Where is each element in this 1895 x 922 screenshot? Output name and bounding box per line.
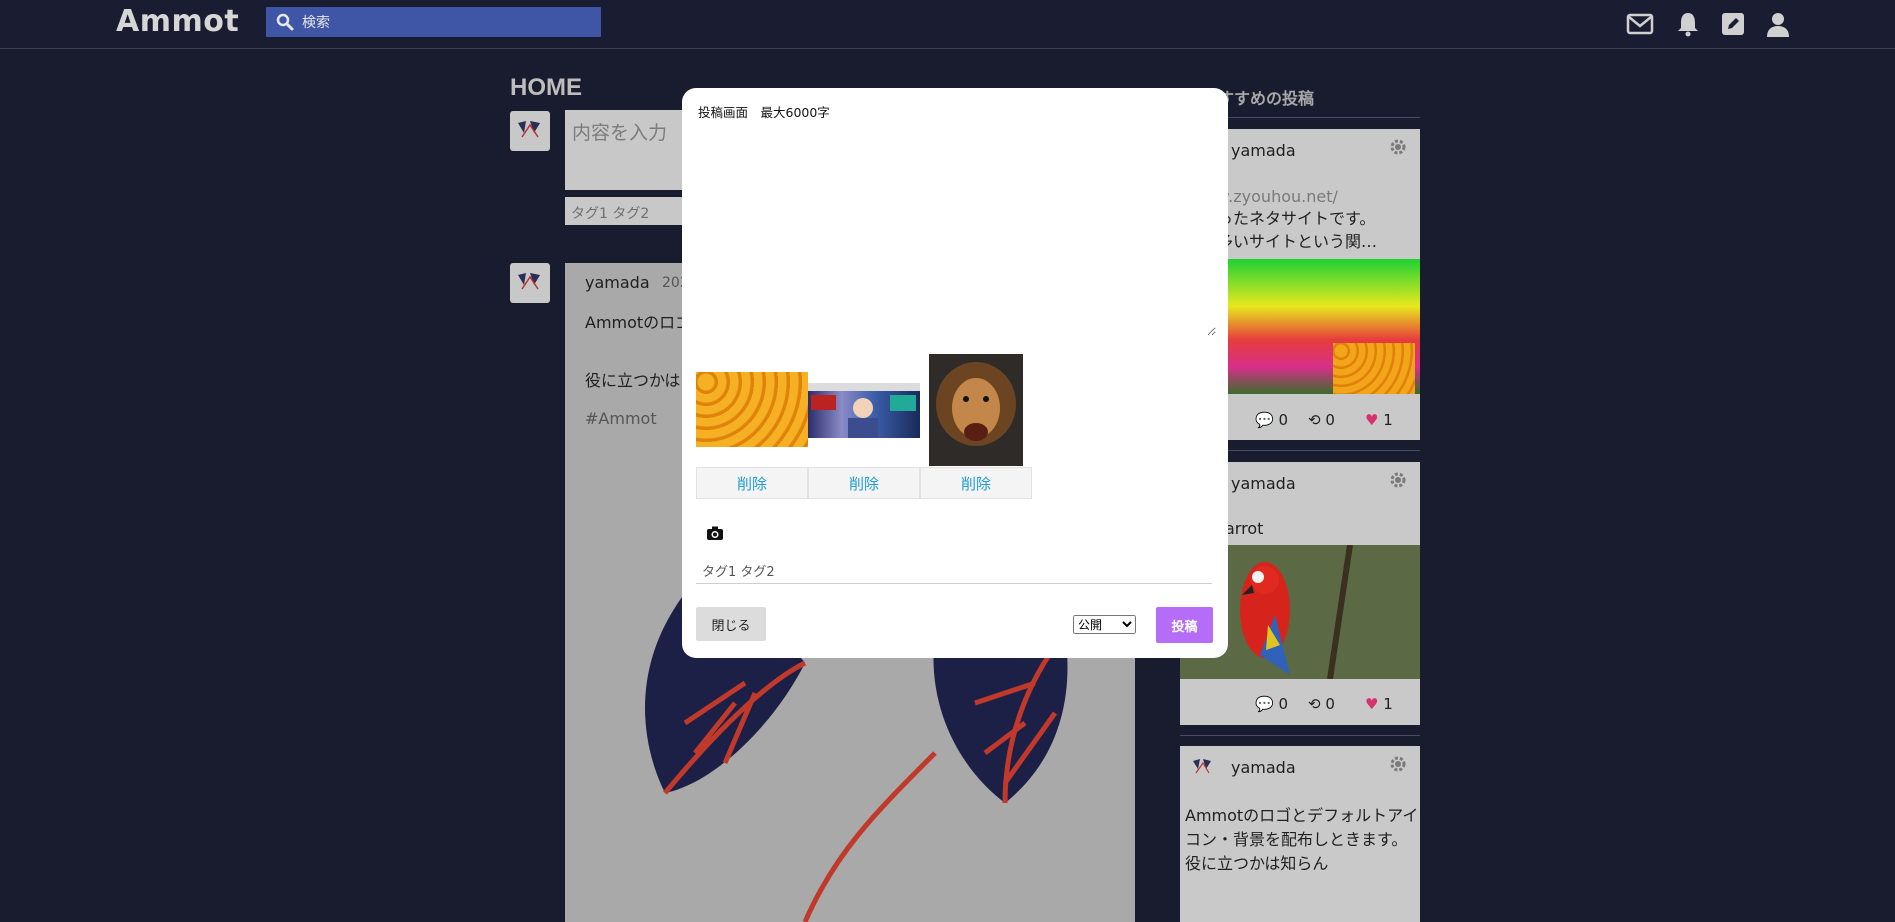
divider [1180, 735, 1420, 736]
post-text: 役に立つかは [585, 371, 681, 390]
mail-icon[interactable] [1626, 10, 1654, 38]
search-bar[interactable] [266, 7, 601, 37]
comment-count[interactable]: 💬 0 [1255, 411, 1288, 429]
gear-icon[interactable] [1388, 754, 1408, 774]
recommended-card[interactable]: yamada Ammotのロゴとデフォルトアイ コン・背景を配布しときます。 役… [1180, 746, 1420, 922]
gear-icon[interactable] [1388, 470, 1408, 490]
card-author[interactable]: yamada [1231, 758, 1296, 777]
attached-image-2[interactable] [808, 383, 920, 438]
delete-image-1-button[interactable]: 削除 [696, 467, 808, 499]
close-button[interactable]: 閉じる [696, 607, 766, 641]
repost-count[interactable]: ⟲ 0 [1308, 411, 1335, 429]
card-author[interactable]: yamada [1231, 141, 1296, 160]
avatar[interactable] [510, 111, 550, 151]
leaf-logo-icon [518, 121, 540, 138]
card-actions: 💬 0 ⟲ 0 ♥ 1 [1180, 684, 1420, 724]
gear-icon[interactable] [1388, 137, 1408, 157]
post-content-textarea[interactable] [696, 100, 1216, 336]
camera-icon[interactable] [706, 525, 724, 541]
visibility-select[interactable]: 公開 [1073, 615, 1136, 634]
search-input[interactable] [300, 12, 594, 34]
user-icon[interactable] [1764, 10, 1792, 38]
leaf-logo-icon [1193, 759, 1211, 774]
page-title: HOME [510, 74, 582, 101]
delete-image-2-button[interactable]: 削除 [808, 467, 920, 499]
like-count[interactable]: ♥ 1 [1365, 695, 1393, 713]
post-hashtag[interactable]: #Ammot [585, 409, 657, 428]
app-logo[interactable]: Ammot [116, 4, 239, 39]
compose-icon[interactable] [1719, 10, 1747, 38]
card-text: コン・背景を配布しときます。 [1185, 830, 1408, 849]
like-count[interactable]: ♥ 1 [1365, 411, 1393, 429]
search-icon [276, 13, 294, 31]
delete-image-3-button[interactable]: 削除 [920, 467, 1032, 499]
attached-image-1[interactable] [696, 372, 808, 447]
repost-count[interactable]: ⟲ 0 [1308, 695, 1335, 713]
avatar[interactable] [510, 263, 550, 303]
card-text: Ammotのロゴとデフォルトアイ [1185, 806, 1419, 825]
post-text: Ammotのロゴ [585, 313, 692, 332]
submit-post-button[interactable]: 投稿 [1156, 607, 1213, 643]
post-author[interactable]: yamada [585, 273, 650, 292]
recommended-title: すすめの投稿 [1218, 91, 1315, 108]
attached-image-3[interactable] [929, 354, 1023, 466]
bell-icon[interactable] [1674, 10, 1702, 38]
post-modal: 削除 削除 削除 閉じる 公開 投稿 [682, 88, 1228, 658]
top-header: Ammot [0, 0, 1895, 49]
card-text: 役に立つかは知らん [1185, 854, 1329, 873]
card-author[interactable]: yamada [1231, 474, 1296, 493]
card-text: arrot [1225, 519, 1264, 538]
avatar[interactable] [1189, 755, 1217, 779]
leaf-logo-icon [518, 273, 540, 290]
tags-input[interactable] [696, 562, 1212, 584]
comment-count[interactable]: 💬 0 [1255, 695, 1288, 713]
